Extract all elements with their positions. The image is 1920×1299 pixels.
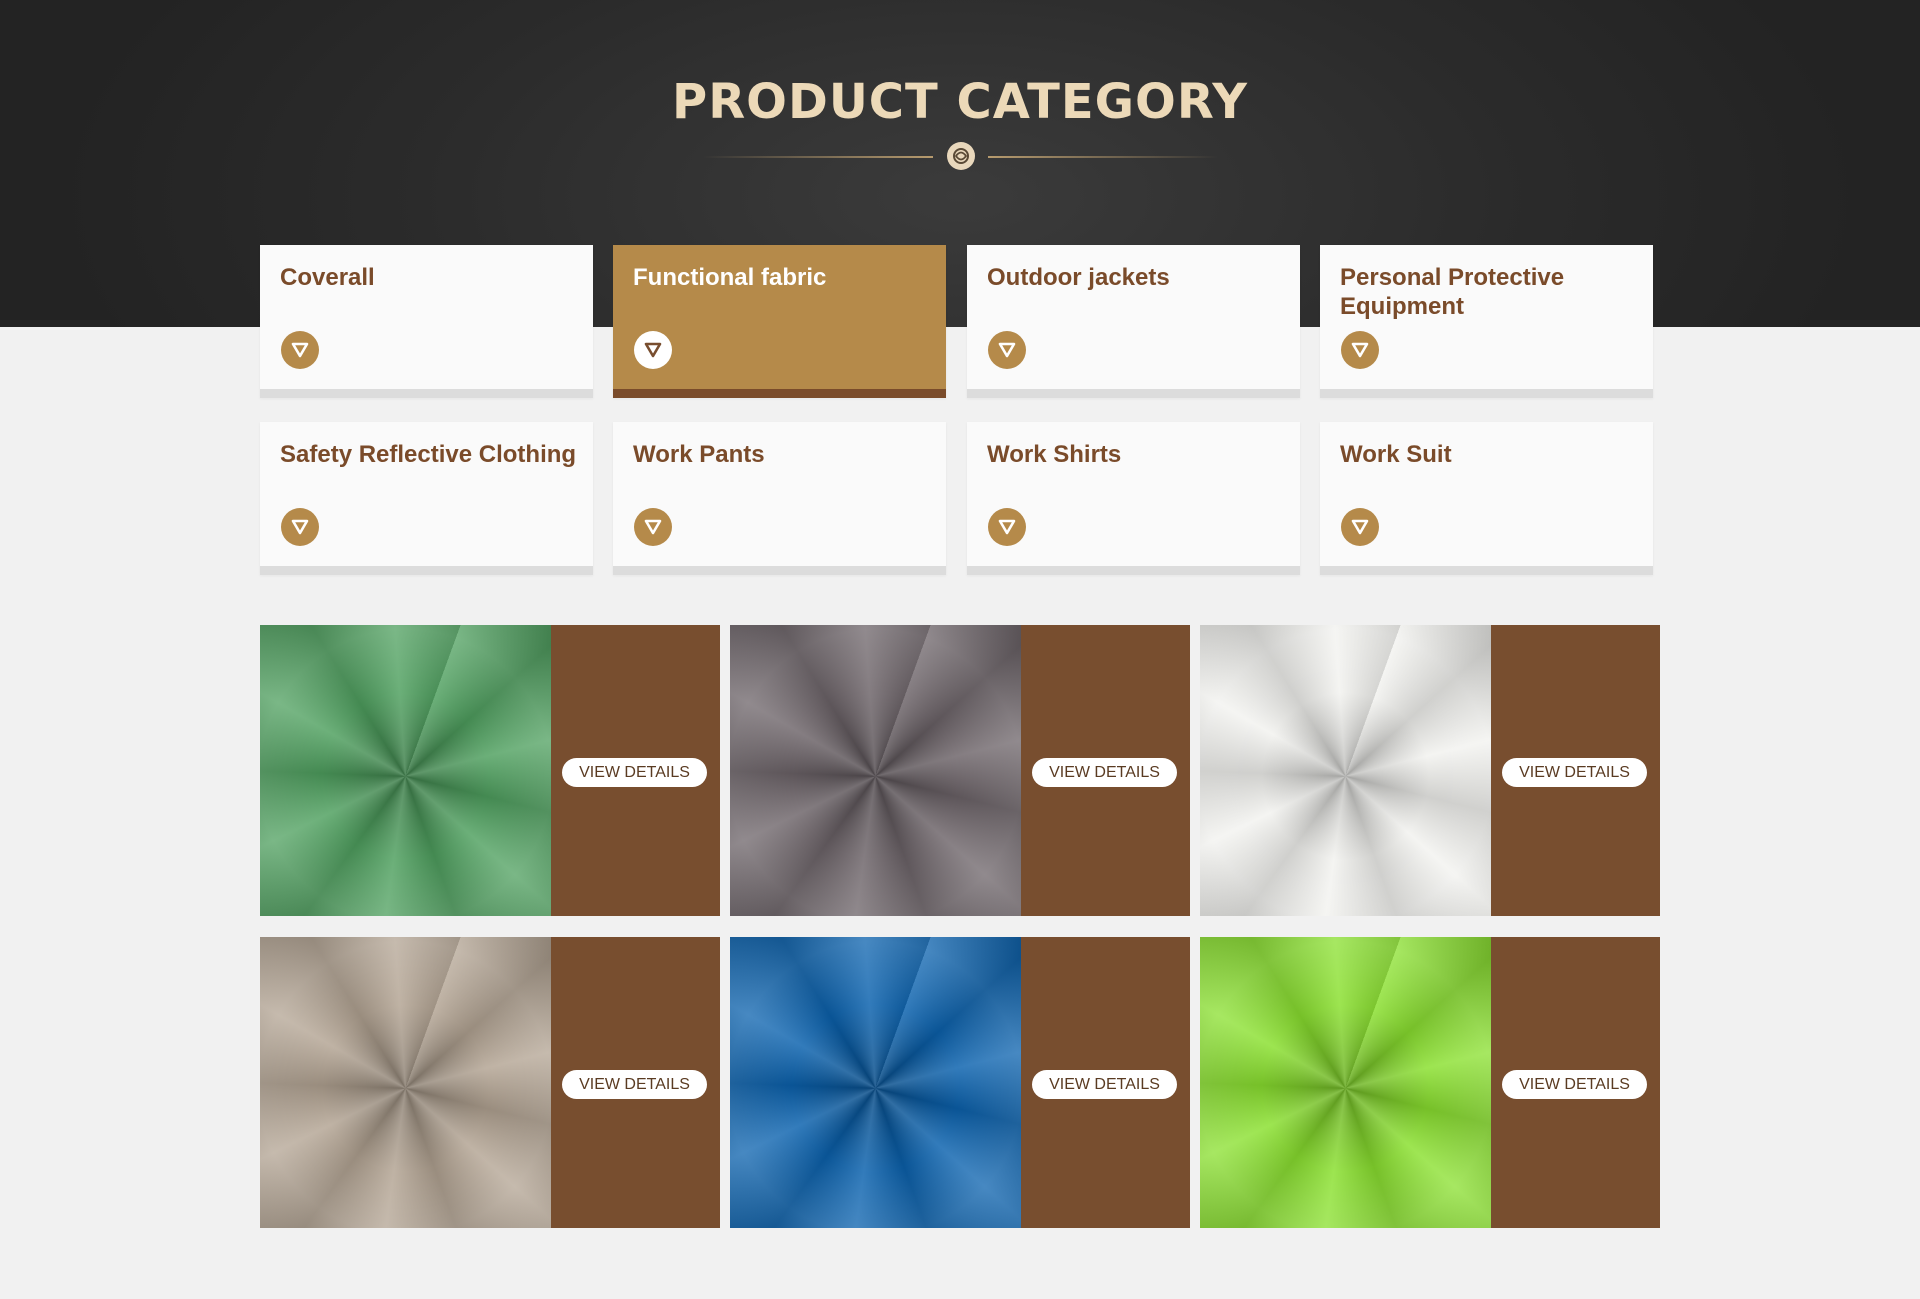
category-label: Work Suit [1340,441,1452,468]
product-card[interactable]: VIEW DETAILS [730,937,1190,1228]
category-label: Coverall [280,264,375,291]
product-card[interactable]: VIEW DETAILS [1200,625,1660,916]
category-label: Outdoor jackets [987,264,1170,291]
fabric-image[interactable] [260,937,551,1228]
fabric-image[interactable] [1200,625,1491,916]
category-coverall[interactable]: Coverall [260,245,593,398]
fabric-image[interactable] [730,937,1021,1228]
chevron-down-icon [1341,508,1379,546]
fabric-image[interactable] [260,625,551,916]
category-label: Functional fabric [633,264,827,291]
product-card[interactable]: VIEW DETAILS [1200,937,1660,1228]
chevron-down-icon [634,508,672,546]
chevron-down-icon [634,331,672,369]
chevron-down-icon [281,331,319,369]
category-label: Personal Protective Equipment [1340,264,1565,320]
view-details-button[interactable]: VIEW DETAILS [1502,1070,1647,1099]
category-outdoor-jackets[interactable]: Outdoor jackets [967,245,1300,398]
view-details-button[interactable]: VIEW DETAILS [1502,758,1647,787]
divider-line-left [703,156,933,158]
divider-line-right [988,156,1218,158]
category-functional-fabric[interactable]: Functional fabric [613,245,946,398]
page-title: PRODUCT CATEGORY [672,74,1248,130]
fabric-image[interactable] [730,625,1021,916]
product-card[interactable]: VIEW DETAILS [260,937,720,1228]
product-card[interactable]: VIEW DETAILS [260,625,720,916]
fabric-image[interactable] [1200,937,1491,1228]
chevron-down-icon [281,508,319,546]
category-work-suit[interactable]: Work Suit [1320,422,1653,575]
title-divider [0,142,1920,172]
view-details-button[interactable]: VIEW DETAILS [1032,758,1177,787]
category-personal-protective-equipment[interactable]: Personal Protective Equipment [1320,245,1653,398]
chevron-down-icon [988,331,1026,369]
category-label: Safety Reflective Clothing [280,441,577,468]
category-work-shirts[interactable]: Work Shirts [967,422,1300,575]
category-label: Work Pants [633,441,765,468]
view-details-button[interactable]: VIEW DETAILS [562,1070,707,1099]
category-work-pants[interactable]: Work Pants [613,422,946,575]
knot-ornament-icon [947,142,975,170]
category-safety-reflective-clothing[interactable]: Safety Reflective Clothing [260,422,593,575]
chevron-down-icon [1341,331,1379,369]
chevron-down-icon [988,508,1026,546]
category-label: Work Shirts [987,441,1122,468]
view-details-button[interactable]: VIEW DETAILS [562,758,707,787]
product-card[interactable]: VIEW DETAILS [730,625,1190,916]
view-details-button[interactable]: VIEW DETAILS [1032,1070,1177,1099]
